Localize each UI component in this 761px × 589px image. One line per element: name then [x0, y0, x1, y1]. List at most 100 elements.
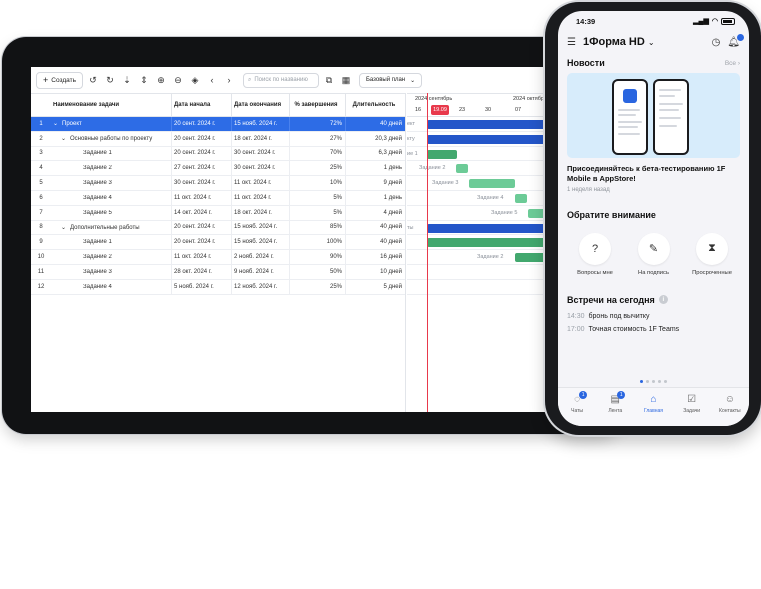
- row-name: Проект: [62, 121, 82, 128]
- row-end: 15 нояб. 2024 г.: [231, 117, 289, 131]
- chevron-right-icon[interactable]: ›: [222, 72, 236, 89]
- row-end: 18 окт. 2024 г.: [231, 131, 289, 146]
- month-label: 2024 сентябрь: [415, 96, 453, 102]
- row-name: Задание 4: [83, 283, 112, 290]
- bar-label: Задание 5: [491, 209, 518, 216]
- menu-icon[interactable]: ☰: [567, 37, 576, 48]
- col-start-header[interactable]: Дата начала: [171, 94, 231, 116]
- calendar-settings-icon[interactable]: ▦: [339, 73, 353, 88]
- attention-title: Обратите внимание: [567, 209, 656, 220]
- copy-icon[interactable]: ⧉: [322, 73, 336, 88]
- chevron-down-icon: ⌄: [410, 77, 416, 84]
- battery-icon: [721, 17, 735, 25]
- table-row[interactable]: 9 Задание 1 20 сент. 2024 г. 15 нояб. 20…: [31, 235, 405, 251]
- row-name: Задание 2: [83, 165, 112, 172]
- table-row[interactable]: 5 Задание 3 30 сент. 2024 г. 11 окт. 202…: [31, 176, 405, 191]
- zoom-out-icon[interactable]: ⊖: [171, 72, 185, 89]
- tab-label: Чаты: [571, 408, 584, 414]
- create-button[interactable]: + Создать: [36, 71, 83, 89]
- row-name: Задание 3: [83, 268, 112, 275]
- chevron-down-icon[interactable]: ⌄: [53, 120, 62, 127]
- tab-label: Контакты: [719, 408, 741, 414]
- table-row[interactable]: 10 Задание 2 11 окт. 2024 г. 2 нояб. 202…: [31, 250, 405, 265]
- meeting-item[interactable]: 17:00 Точная стоимость 1F Teams: [558, 323, 749, 336]
- search-input[interactable]: ⌕ Поиск по названию: [242, 72, 319, 88]
- chevron-down-icon[interactable]: ⌄: [61, 224, 70, 231]
- overdue-shortcut[interactable]: ⧗ Просроченные: [687, 232, 737, 276]
- page-dot[interactable]: [640, 380, 643, 383]
- row-start: 30 сент. 2024 г.: [171, 176, 231, 190]
- news-section-header: Новости Все ›: [558, 53, 749, 73]
- redo-icon[interactable]: ↻: [103, 72, 117, 89]
- history-icon[interactable]: ◷: [712, 37, 721, 48]
- summary-bar[interactable]: [427, 134, 547, 144]
- tab-tasks[interactable]: ☑ Задачи: [674, 394, 710, 426]
- table-row[interactable]: 2 ⌄ Основные работы по проекту 20 сент. 2…: [31, 131, 405, 147]
- undo-icon[interactable]: ↺: [86, 72, 100, 89]
- row-name: Задание 4: [83, 194, 112, 201]
- home-icon: ⌂: [650, 394, 657, 405]
- row-name-cell: Задание 2: [51, 254, 171, 260]
- sign-shortcut[interactable]: ✎ На подпись: [629, 232, 679, 276]
- tab-contacts[interactable]: ☺ Контакты: [712, 394, 748, 426]
- expand-icon[interactable]: ⇕: [137, 72, 151, 89]
- chevron-left-icon[interactable]: ‹: [205, 72, 219, 89]
- page-dot[interactable]: [652, 380, 655, 383]
- page-dot[interactable]: [658, 380, 661, 383]
- task-bar[interactable]: [515, 193, 527, 203]
- bell-icon[interactable]: 🔔︎: [727, 33, 744, 48]
- task-bar[interactable]: [469, 179, 515, 189]
- row-start: 20 сент. 2024 г.: [171, 131, 231, 146]
- task-bar[interactable]: [528, 208, 546, 218]
- day-label: 23: [458, 107, 466, 113]
- row-name: Дополнительные работы: [70, 224, 140, 231]
- tab-feed[interactable]: ▤ 1 Лента: [597, 391, 633, 426]
- table-row[interactable]: 12 Задание 4 5 нояб. 2024 г. 12 нояб. 20…: [31, 279, 405, 295]
- chevron-down-icon[interactable]: ⌄: [61, 135, 70, 142]
- overdue-icon: ⧗: [696, 232, 728, 265]
- table-row[interactable]: 4 Задание 2 27 сент. 2024 г. 30 сент. 20…: [31, 161, 405, 177]
- page-dot[interactable]: [646, 380, 649, 383]
- table-row[interactable]: 6 Задание 4 11 окт. 2024 г. 11 окт. 2024…: [31, 190, 405, 206]
- task-bar[interactable]: [427, 149, 457, 159]
- table-row[interactable]: 11 Задание 3 28 окт. 2024 г. 9 нояб. 202…: [31, 264, 405, 280]
- app-header: ☰ 1Форма HD ⌄ ◷ 🔔︎: [558, 31, 749, 53]
- news-all-link[interactable]: Все ›: [725, 60, 740, 67]
- gantt-toolbar: + Создать ↺ ↻ ⇣ ⇕ ⊕ ⊖ ◈ ‹ › ⌕ Поиск по н…: [31, 67, 621, 93]
- row-pct: 50%: [289, 264, 345, 279]
- row-name-cell: Задание 4: [51, 284, 171, 290]
- collapse-icon[interactable]: ⇣: [120, 72, 134, 89]
- table-row[interactable]: 8 ⌄ Дополнительные работы 20 сент. 2024 г…: [31, 220, 405, 236]
- meeting-text: Точная стоимость 1F Teams: [588, 325, 680, 333]
- row-pct: 27%: [289, 131, 345, 146]
- baseline-dropdown[interactable]: Базовый план ⌄: [358, 72, 423, 88]
- row-name-cell: Задание 4: [51, 195, 171, 201]
- table-row[interactable]: 1 ⌄ Проект 20 сент. 2024 г. 15 нояб. 2024…: [31, 117, 405, 132]
- notification-badge: [737, 33, 744, 41]
- tab-chats[interactable]: ◌ 1 Чаты: [559, 391, 595, 426]
- fit-icon[interactable]: ◈: [188, 72, 202, 89]
- tablet-screen: + Создать ↺ ↻ ⇣ ⇕ ⊕ ⊖ ◈ ‹ › ⌕ Поиск по н…: [31, 67, 621, 412]
- sign-icon: ✎: [637, 232, 670, 265]
- row-end: 30 сент. 2024 г.: [231, 161, 289, 176]
- news-headline[interactable]: Присоединяйтесь к бета-тестированию 1F M…: [558, 158, 749, 184]
- row-dur: 1 день: [345, 161, 405, 176]
- row-name: Задание 1: [83, 150, 112, 157]
- meeting-item[interactable]: 14:30 бронь под вычитку: [558, 310, 749, 323]
- page-dot[interactable]: [664, 380, 667, 383]
- zoom-in-icon[interactable]: ⊕: [154, 72, 168, 89]
- app-title[interactable]: 1Форма HD ⌄: [583, 36, 705, 48]
- task-bar[interactable]: [456, 164, 468, 174]
- table-row[interactable]: 3 Задание 1 20 сент. 2024 г. 30 сент. 20…: [31, 146, 405, 162]
- news-card-image[interactable]: [567, 73, 740, 158]
- col-name-header[interactable]: Наименование задачи: [51, 102, 171, 108]
- col-end-header[interactable]: Дата окончания: [231, 94, 289, 116]
- row-name: Задание 2: [83, 254, 112, 261]
- questions-shortcut[interactable]: ? Вопросы мне: [570, 232, 620, 276]
- row-end: 30 сент. 2024 г.: [231, 146, 289, 161]
- tab-home[interactable]: ⌂ Главная: [635, 394, 671, 426]
- table-row[interactable]: 7 Задание 5 14 окт. 2024 г. 18 окт. 2024…: [31, 205, 405, 221]
- col-pct-header[interactable]: % завершения: [289, 94, 345, 116]
- info-icon[interactable]: i: [658, 295, 668, 304]
- col-dur-header[interactable]: Длительность: [345, 94, 405, 116]
